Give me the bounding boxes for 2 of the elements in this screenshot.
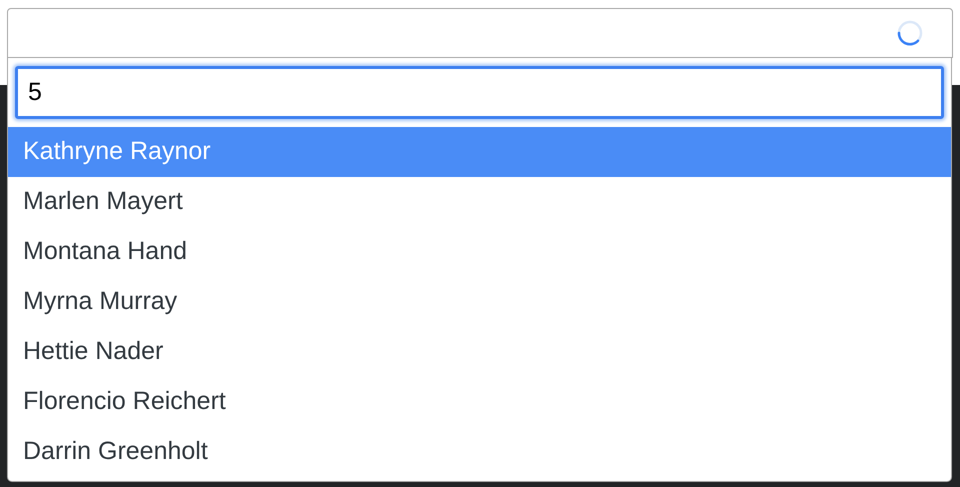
search-field[interactable]: 5 — [15, 66, 944, 119]
select-field[interactable] — [7, 8, 953, 58]
